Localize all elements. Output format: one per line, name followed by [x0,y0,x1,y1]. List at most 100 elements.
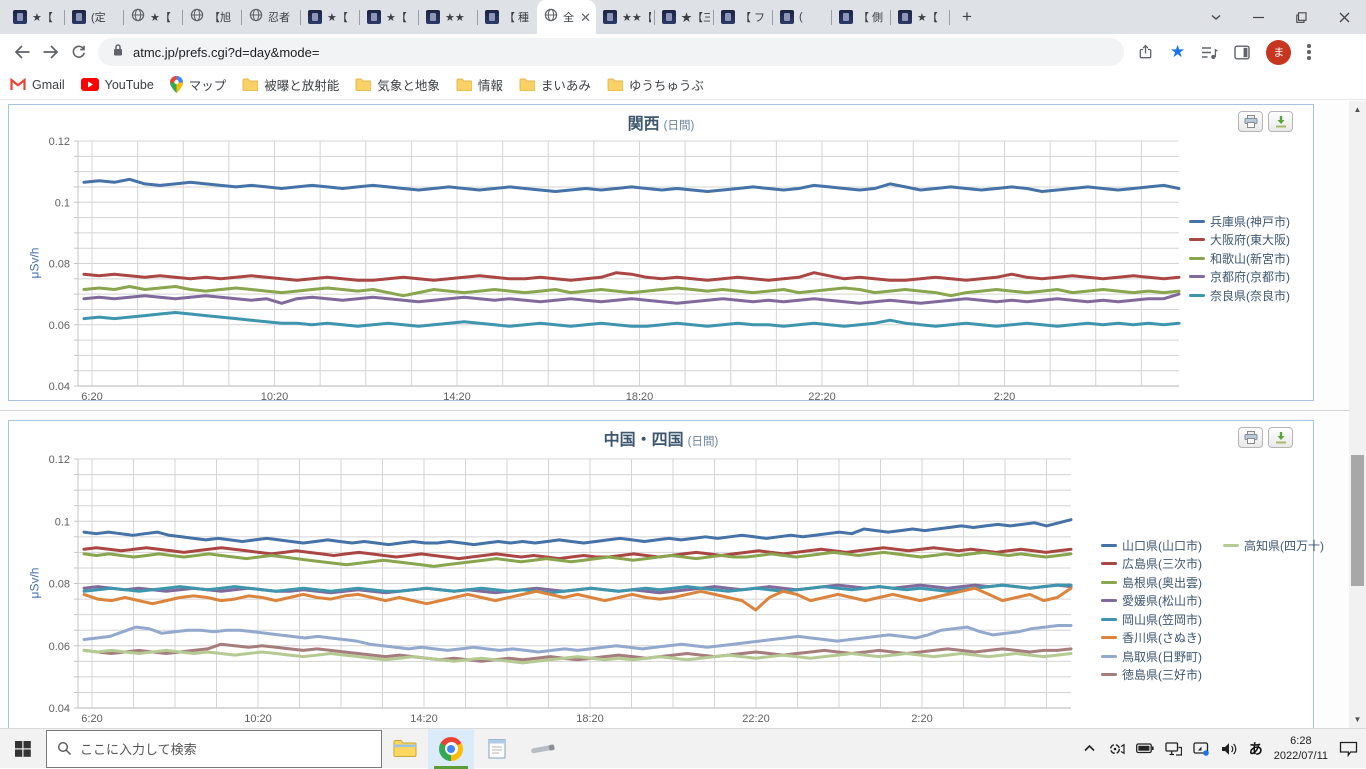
tab[interactable]: ★【 [891,0,950,34]
series-line [82,550,1073,568]
tab-title: ★【三 [681,12,710,24]
legend-item[interactable]: 徳島県(三好市) [1101,666,1213,685]
taskbar-search-input[interactable]: ここに入力して検索 [46,729,382,768]
scrollbar-thumb[interactable] [1351,455,1364,586]
clock-time: 6:28 [1290,734,1312,747]
reload-icon[interactable] [64,38,92,66]
scroll-up-icon[interactable]: ▲ [1349,101,1366,118]
svg-text:2:20: 2:20 [994,391,1015,400]
file-explorer-icon[interactable] [382,729,428,769]
legend-item[interactable]: 岡山県(笠岡市) [1101,610,1213,629]
legend-item[interactable]: 大阪府(東大阪) [1189,231,1301,250]
legend-marker [1189,275,1205,279]
legend-item[interactable]: 山口県(山口市) [1101,536,1213,555]
maximize-icon[interactable] [1280,0,1323,34]
maps-pin-icon [169,76,183,93]
kansai-chart-plot: 0.04 0.06 0.08 0.1 0.12 6:20 10:20 14:20 18:20 22… [49,136,1181,400]
bookmark-item[interactable]: 情報 [456,75,503,94]
bookmark-item[interactable]: 気象と地象 [355,75,440,94]
legend-label: 山口県(山口市) [1122,538,1202,553]
print-button[interactable] [1238,427,1263,448]
tab[interactable]: ★【三 [655,0,714,34]
svg-text:18:20: 18:20 [576,713,604,725]
tab[interactable]: 【旭 [183,0,242,34]
tab-active[interactable]: 全 ✕ [537,0,596,34]
back-icon[interactable] [8,38,36,66]
legend-label: 大阪府(東大阪) [1210,233,1290,248]
ime-indicator[interactable]: あ [1249,739,1263,759]
tab[interactable]: 【 フ [714,0,773,34]
legend-item[interactable]: 島根県(奥出雲) [1101,573,1213,592]
profile-avatar[interactable]: ま [1266,39,1292,65]
address-bar[interactable]: atmc.jp/prefs.cgi?d=day&mode= [98,38,1124,66]
scroll-down-icon[interactable]: ▼ [1349,711,1366,728]
new-tab-button[interactable]: + [954,4,980,30]
legend-label: 岡山県(笠岡市) [1122,612,1202,627]
legend-item[interactable]: 愛媛県(松山市) [1101,592,1213,611]
bookmark-item[interactable]: ゆうちゅうぶ [607,75,704,94]
legend-marker [1101,562,1117,566]
tab[interactable]: ★【 [360,0,419,34]
download-button[interactable] [1268,427,1293,448]
download-button[interactable] [1268,111,1293,132]
tab[interactable]: (定 [65,0,124,34]
legend-item[interactable]: 兵庫県(神戸市) [1189,212,1301,231]
taskbar-clock[interactable]: 6:28 2022/07/11 [1274,734,1328,764]
legend-item[interactable]: 広島県(三次市) [1101,555,1213,574]
tab[interactable]: ★★【 [596,0,655,34]
legend-item[interactable]: 京都府(京都市) [1189,268,1301,287]
start-button[interactable] [0,729,46,769]
series-line [82,177,1181,193]
media-controls-icon[interactable] [1201,45,1219,60]
network-display-icon[interactable] [1165,741,1182,756]
legend-item[interactable]: 和歌山(新宮市) [1189,249,1301,268]
bookmark-item[interactable]: 被曝と放射能 [242,75,339,94]
close-icon[interactable] [1323,0,1366,34]
bookmark-item[interactable]: マップ [169,75,226,94]
screen-share-icon[interactable] [1193,741,1210,756]
bookmark-item[interactable]: Gmail [10,78,65,92]
tab[interactable]: ★【 [124,0,183,34]
svg-text:14:20: 14:20 [410,713,438,725]
print-button[interactable] [1238,111,1263,132]
notepad-icon[interactable] [474,729,520,769]
legend-marker [1223,543,1239,547]
menu-icon[interactable] [1307,44,1311,60]
action-center-icon[interactable] [1339,741,1358,757]
tab-title: 【 種 [504,12,530,24]
legend-item[interactable]: 香川県(さぬき) [1101,629,1213,648]
volume-icon[interactable] [1221,742,1238,756]
scrollbar[interactable]: ▲ ▼ [1349,101,1366,728]
tab[interactable]: 忍者 [242,0,301,34]
tab-title: ★【 [386,12,407,24]
minimize-icon[interactable] [1237,0,1280,34]
legend-item[interactable]: 高知県(四万十) [1223,536,1335,555]
series-line [82,624,1073,654]
chevron-down-icon[interactable] [1194,0,1237,34]
tab[interactable]: 【 種 [478,0,537,34]
chrome-icon[interactable] [428,728,474,769]
tab-title: 【旭 [209,12,231,24]
share-icon[interactable] [1138,44,1154,60]
chart-legend: 兵庫県(神戸市) 大阪府(東大阪) 和歌山(新宮市) 京都府(京都市) 奈良県(奈良市) [1189,212,1301,305]
tab[interactable]: 【 側 [832,0,891,34]
video-favicon-icon [603,10,617,24]
tab[interactable]: ( [773,0,832,34]
battery-icon[interactable] [1135,743,1154,754]
tab[interactable]: ★★ [419,0,478,34]
screen-record-icon[interactable] [1107,742,1125,756]
bookmark-star-icon[interactable]: ★ [1170,42,1185,62]
side-panel-icon[interactable] [1234,45,1250,60]
bookmark-item[interactable]: まいあみ [519,75,591,94]
legend-item[interactable]: 鳥取県(日野町) [1101,647,1213,666]
hidden-icons-chevron-icon[interactable] [1083,744,1096,753]
tab[interactable]: ★【 [301,0,360,34]
tab[interactable]: ★【 [6,0,65,34]
bookmark-item[interactable]: YouTube [80,78,154,92]
pen-icon[interactable] [520,729,566,769]
chart-panel-chugoku-shikoku: 0.04 0.06 0.08 0.1 0.12 6:20 10:20 14:20 18:20 22… [8,420,1324,728]
forward-icon[interactable] [36,38,64,66]
tab-close-icon[interactable]: ✕ [579,11,592,24]
legend-item[interactable]: 奈良県(奈良市) [1189,286,1301,305]
svg-text:10:20: 10:20 [244,713,272,725]
